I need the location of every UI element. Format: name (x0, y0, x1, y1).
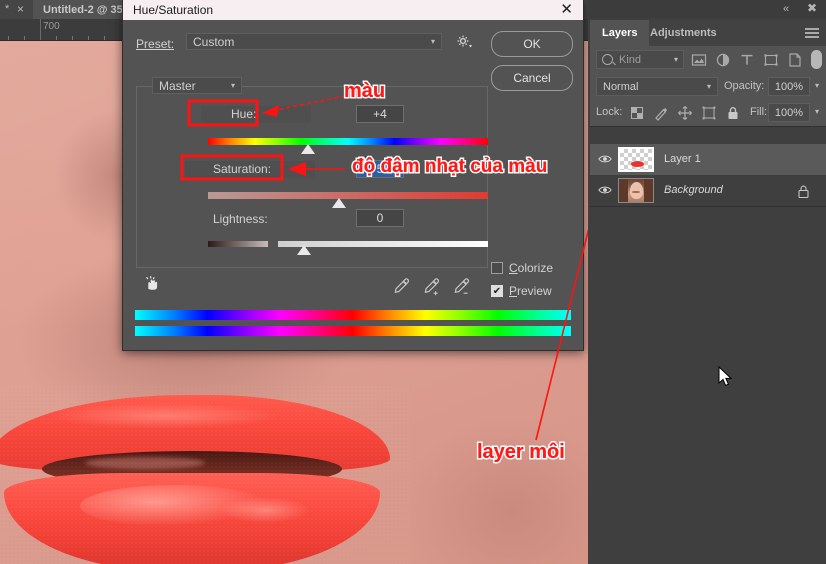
panel-close-icon[interactable]: ✖ (807, 1, 817, 15)
preset-dropdown[interactable]: Custom ▾ (186, 33, 442, 50)
saturation-slider-thumb[interactable] (332, 198, 346, 208)
layer-name[interactable]: Background (664, 184, 723, 196)
lightness-label: Lightness: (213, 212, 268, 226)
opacity-value: 100% (774, 80, 804, 93)
collapse-double-chevron-icon[interactable]: « (783, 3, 789, 15)
saturation-label: Saturation: (213, 162, 272, 176)
tab-close-icon[interactable]: × (17, 2, 24, 16)
colorize-checkbox-row[interactable]: Colorize (491, 261, 553, 275)
fill-value: 100% (774, 106, 804, 119)
document-tab-label: Untitled-2 @ 35 (43, 3, 123, 16)
preview-checkbox[interactable]: ✔ (491, 285, 503, 297)
layer-kind-filter-value: Kind (619, 53, 642, 66)
hue-label: Hue: (231, 107, 257, 121)
hue-value-field[interactable]: +4 (356, 105, 404, 123)
ok-button-label: OK (523, 37, 541, 51)
table-row[interactable]: Background (590, 175, 826, 207)
type-layer-filter-icon[interactable] (738, 51, 756, 69)
shape-layer-filter-icon[interactable] (762, 51, 780, 69)
search-icon (602, 54, 613, 65)
lock-position-icon[interactable] (676, 104, 694, 122)
layer-thumbnail[interactable] (618, 178, 654, 203)
hue-slider-thumb[interactable] (301, 144, 315, 154)
lightness-value-field[interactable]: 0 (356, 209, 404, 227)
document-tab-untitled-2[interactable]: Untitled-2 @ 35 (33, 0, 133, 19)
tab-adjustments-label: Adjustments (650, 27, 717, 39)
eyedropper-icon[interactable] (391, 276, 411, 296)
adjustment-layer-filter-icon[interactable] (714, 51, 732, 69)
cancel-button-label: Cancel (513, 71, 551, 85)
chevron-down-icon: ▾ (673, 55, 678, 64)
colorize-label: Colorize (509, 261, 554, 275)
ruler-label-700: 700 (43, 21, 60, 32)
preview-label: Preview (509, 284, 552, 298)
lock-artboard-icon[interactable] (700, 104, 718, 122)
preview-checkbox-row[interactable]: ✔ Preview (491, 284, 552, 298)
lock-row: Lock: Fill: 100% ▾ (590, 100, 826, 127)
chevron-down-icon: ▾ (706, 82, 711, 91)
channel-value: Master (159, 78, 196, 93)
ok-button[interactable]: OK (491, 31, 573, 57)
hue-value: +4 (373, 107, 387, 121)
lock-transparent-pixels-icon[interactable] (628, 104, 646, 122)
tab-adjustments[interactable]: Adjustments (638, 20, 729, 46)
tab-modified-marker: * (5, 3, 10, 15)
lock-image-pixels-icon[interactable] (652, 104, 670, 122)
preset-value: Custom (193, 34, 235, 49)
blend-mode-row: Normal ▾ Opacity: 100% ▾ (590, 74, 826, 100)
layer-visibility-eye-icon[interactable] (598, 184, 612, 196)
dialog-close-icon[interactable]: ✕ (560, 2, 573, 18)
layer-filter-row: Kind ▾ (590, 46, 826, 74)
lightness-slider-track-left[interactable] (208, 241, 268, 247)
chevron-down-icon: ▾ (230, 81, 235, 90)
preset-options-gear-icon[interactable] (455, 33, 475, 51)
on-image-adjust-hand-icon[interactable] (141, 273, 163, 295)
channel-dropdown[interactable]: Master ▾ (152, 77, 242, 94)
hue-label-chip: Hue: (201, 106, 311, 123)
blend-mode-value: Normal (603, 80, 639, 93)
lock-icon (798, 185, 809, 199)
layer-kind-filter-dropdown[interactable]: Kind ▾ (596, 50, 684, 69)
layer-visibility-eye-icon[interactable] (598, 153, 612, 165)
preset-label: Preset: (136, 37, 175, 51)
hue-slider-track[interactable] (208, 138, 488, 145)
saturation-label-chip: Saturation: (185, 161, 315, 178)
blend-mode-dropdown[interactable]: Normal ▾ (596, 77, 718, 96)
panel-menu-icon[interactable] (804, 27, 820, 39)
filter-toggle-icon[interactable] (811, 50, 822, 69)
eyedropper-add-icon[interactable] (421, 276, 443, 298)
layer-name[interactable]: Layer 1 (664, 153, 701, 165)
hue-reference-strip-bottom (135, 326, 571, 336)
colorize-checkbox[interactable] (491, 262, 503, 274)
chevron-down-icon: ▾ (430, 37, 435, 46)
lightness-slider-thumb[interactable] (297, 245, 311, 255)
layer-thumbnail[interactable] (618, 147, 654, 172)
panel-tab-strip: Layers Adjustments (590, 20, 826, 46)
eyedropper-subtract-icon[interactable] (451, 276, 473, 298)
opacity-label: Opacity: (724, 80, 765, 92)
fill-label: Fill: (750, 106, 768, 118)
dialog-title: Hue/Saturation (133, 3, 214, 17)
dialog-title-bar[interactable]: Hue/Saturation ✕ (123, 0, 583, 20)
fill-value-field[interactable]: 100% (768, 103, 810, 122)
lips-graphic (0, 385, 410, 564)
hue-reference-strip-top (135, 310, 571, 320)
tab-layers-label: Layers (602, 27, 638, 39)
saturation-slider-track[interactable] (208, 192, 488, 199)
opacity-chevron-down-icon[interactable]: ▾ (815, 81, 819, 90)
opacity-value-field[interactable]: 100% (768, 77, 810, 96)
table-row[interactable]: Layer 1 (590, 144, 826, 176)
cancel-button[interactable]: Cancel (491, 65, 573, 91)
panel-header-bar: « ✖ (588, 0, 826, 18)
lock-all-icon[interactable] (724, 104, 742, 122)
lightness-value: 0 (376, 211, 384, 225)
fill-chevron-down-icon[interactable]: ▾ (815, 107, 819, 116)
mouse-pointer-icon (718, 366, 733, 387)
smart-object-filter-icon[interactable] (786, 51, 804, 69)
pixel-layer-filter-icon[interactable] (690, 51, 708, 69)
lock-label: Lock: (596, 106, 623, 118)
